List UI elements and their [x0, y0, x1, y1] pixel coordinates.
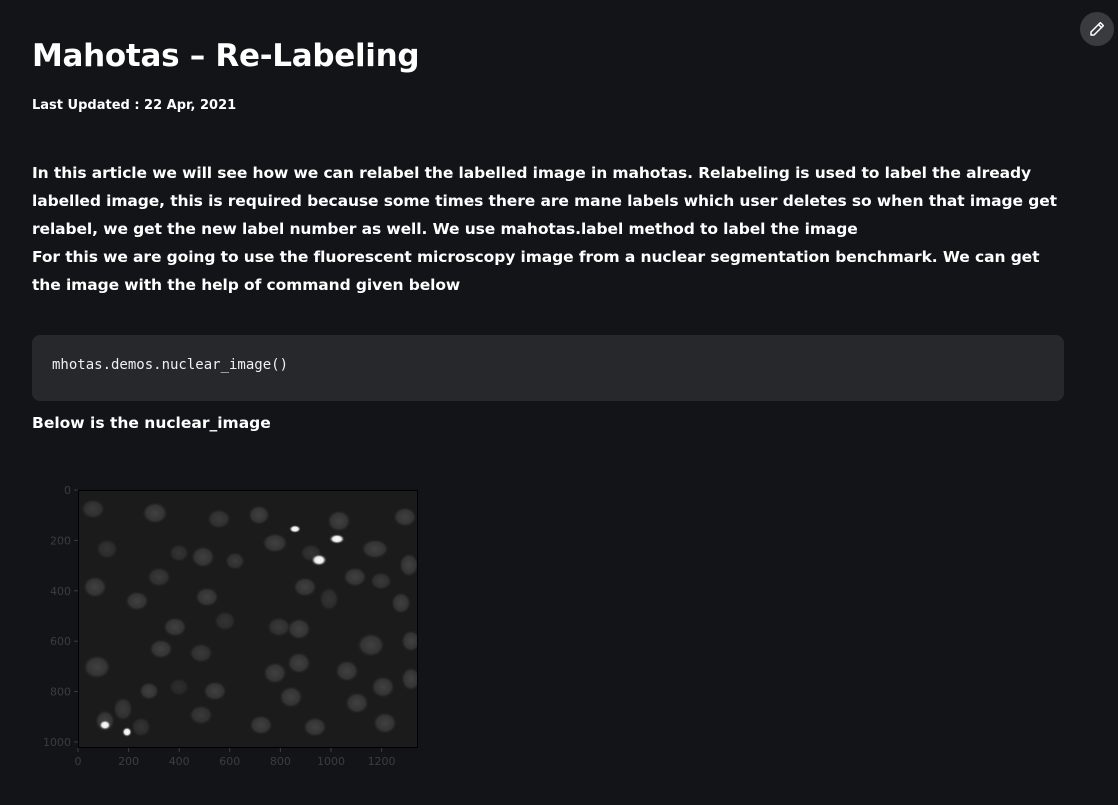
y-tick-label: 200: [50, 534, 71, 547]
nucleus: [191, 546, 215, 568]
y-tick-label: 400: [50, 585, 71, 598]
paragraph-image-source: For this we are going to use the fluores…: [32, 248, 1040, 294]
nucleus: [370, 572, 392, 590]
nucleus: [343, 567, 367, 587]
x-tick-label: 200: [118, 755, 139, 768]
nucleus: [293, 577, 317, 597]
x-tick-label: 800: [270, 755, 291, 768]
nucleus: [401, 630, 417, 652]
nuclei-image-svg: [81, 499, 417, 737]
nucleus: [189, 643, 213, 663]
nucleus: [357, 633, 385, 657]
nucleus: [83, 655, 111, 679]
code-text: mhotas.demos.nuclear_image(): [52, 357, 289, 373]
x-tick-label: 600: [219, 755, 240, 768]
nucleus: [81, 499, 105, 519]
nucleus: [371, 676, 395, 698]
nucleus: [169, 544, 189, 562]
pencil-icon: [1090, 21, 1105, 36]
nucleus: [149, 639, 173, 659]
y-tick-label: 1000: [43, 736, 71, 749]
image-caption: Below is the nuclear_image: [32, 414, 271, 432]
nucleus: [287, 652, 311, 674]
x-tick-label: 1200: [368, 755, 396, 768]
y-tick-label: 0: [64, 484, 71, 497]
x-tick-label: 400: [169, 755, 190, 768]
nucleus: [125, 591, 149, 611]
x-tick-label: 0: [75, 755, 82, 768]
nucleus: [345, 692, 369, 714]
nucleus: [287, 618, 311, 640]
nucleus: [96, 539, 118, 559]
nucleus: [163, 617, 187, 637]
bright-nucleus: [289, 525, 301, 533]
edit-button[interactable]: [1080, 12, 1114, 46]
code-block: mhotas.demos.nuclear_image(): [32, 335, 1064, 401]
nucleus: [142, 502, 168, 524]
last-updated: Last Updated : 22 Apr, 2021: [32, 98, 237, 113]
nuclear-image: [78, 490, 418, 748]
nucleus: [303, 717, 327, 737]
nucleus: [327, 510, 351, 532]
nucleus: [139, 682, 159, 700]
nucleus: [401, 667, 417, 691]
nucleus: [189, 705, 213, 725]
nuclear-image-figure: 0 200 400 600 800 1000 1200 0 200 400 600 800 1000: [32, 478, 432, 778]
bright-nucleus: [99, 720, 111, 730]
nucleus: [319, 587, 339, 611]
nucleus: [263, 662, 287, 684]
nucleus: [279, 686, 303, 708]
nucleus: [393, 507, 417, 527]
bright-nucleus: [311, 554, 327, 566]
nucleus: [214, 611, 236, 631]
bright-nucleus: [122, 727, 132, 737]
nucleus: [391, 592, 411, 614]
article-body: In this article we will see how we can r…: [32, 159, 1064, 299]
nucleus: [225, 552, 245, 570]
nucleus: [248, 505, 270, 525]
nucleus: [169, 678, 189, 696]
nucleus: [131, 717, 151, 737]
nucleus: [195, 587, 219, 607]
nucleus: [203, 681, 227, 701]
paragraph-intro: In this article we will see how we can r…: [32, 164, 1057, 238]
x-tick-label: 1000: [317, 755, 345, 768]
nucleus: [113, 697, 133, 721]
nucleus: [262, 533, 288, 553]
nucleus: [361, 539, 389, 559]
page-title: Mahotas – Re-Labeling: [32, 38, 420, 74]
nucleus: [373, 712, 397, 734]
nucleus: [147, 567, 171, 587]
bright-nucleus: [329, 534, 345, 544]
y-tick-label: 600: [50, 635, 71, 648]
nucleus: [207, 509, 231, 529]
nucleus: [249, 715, 273, 735]
nucleus: [83, 576, 107, 598]
y-tick-label: 800: [50, 686, 71, 699]
nucleus: [399, 553, 417, 577]
nucleus: [335, 660, 359, 682]
